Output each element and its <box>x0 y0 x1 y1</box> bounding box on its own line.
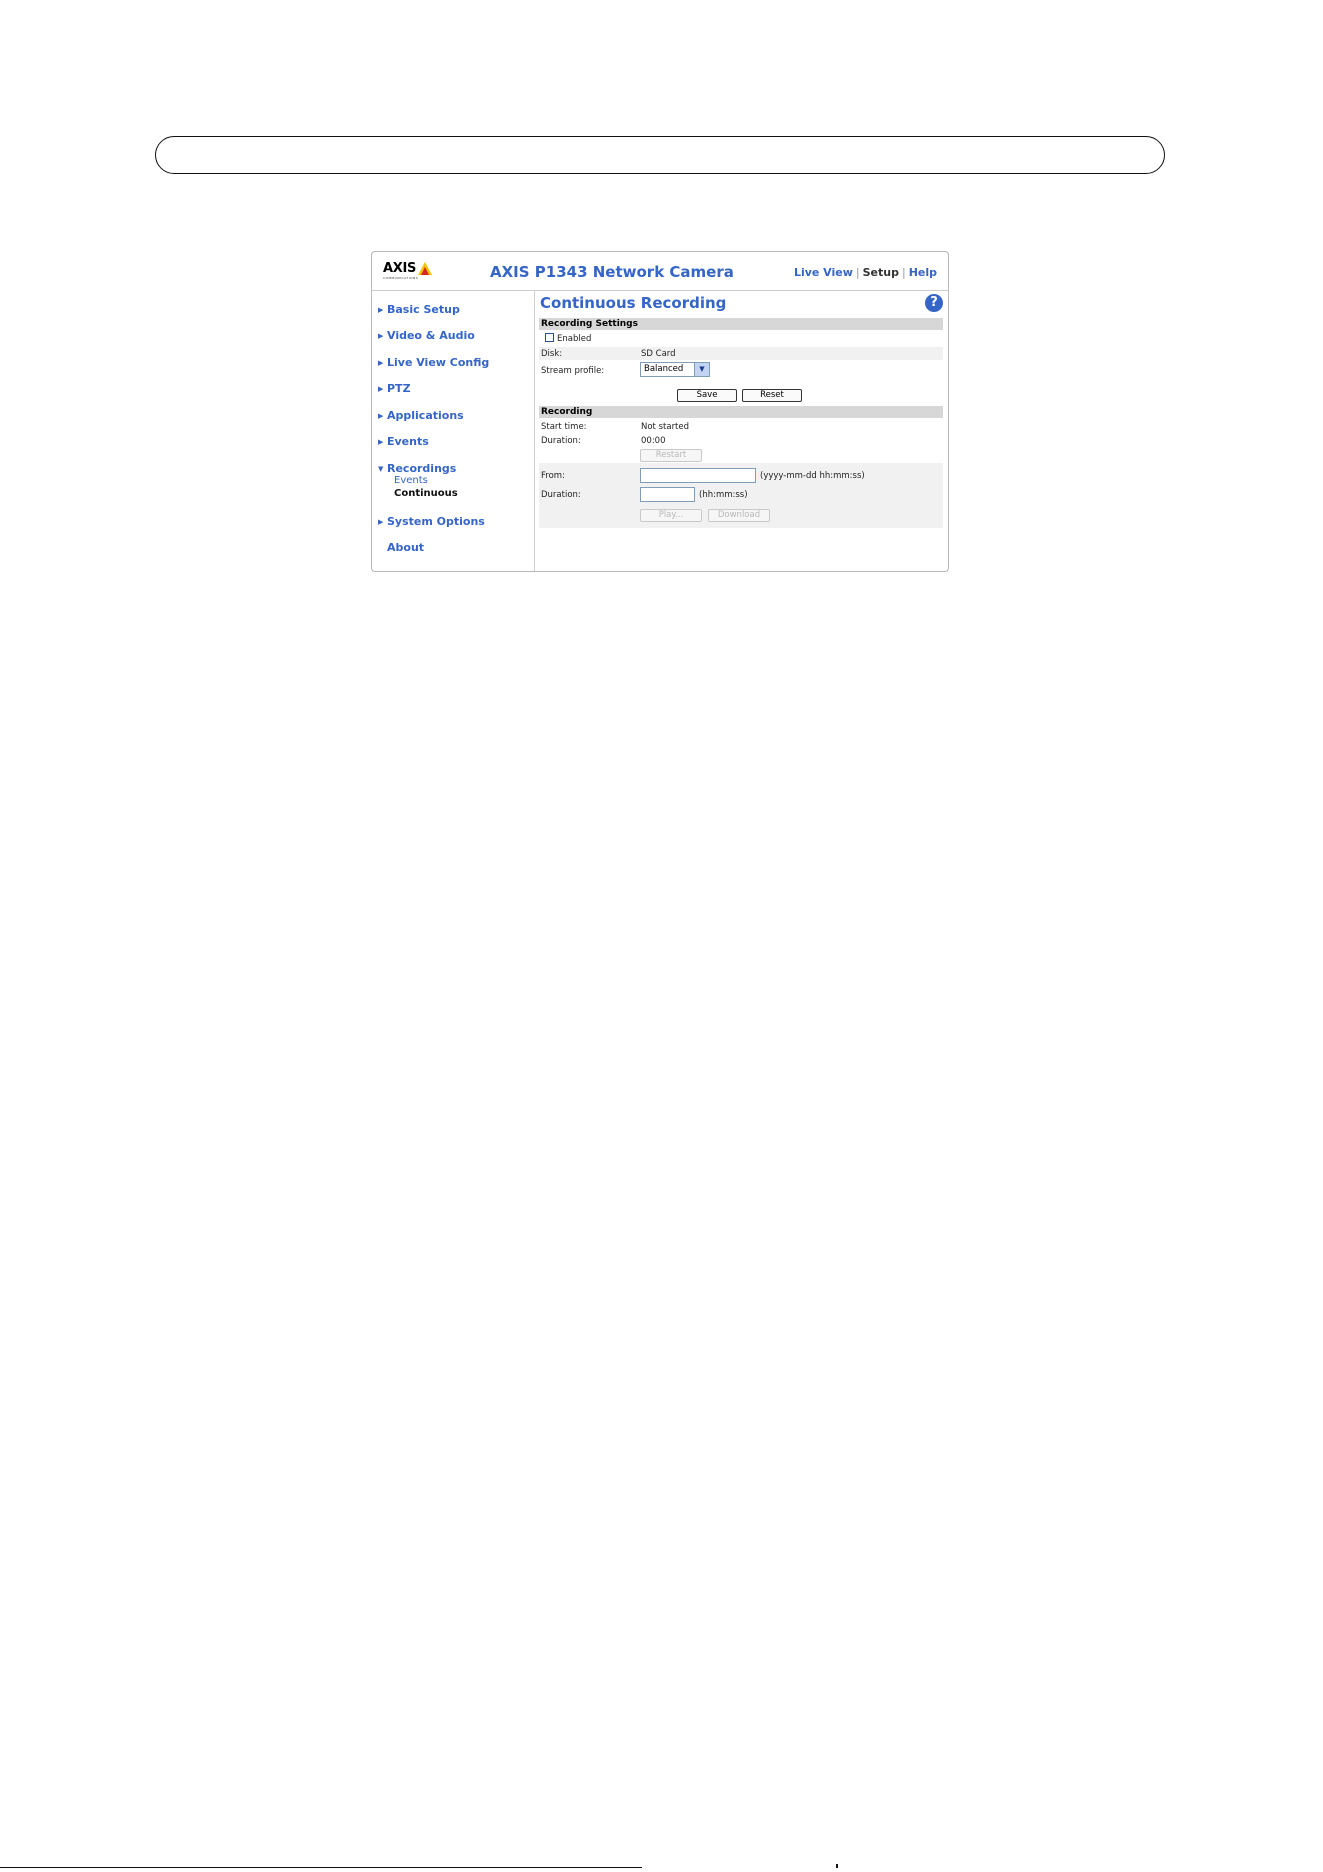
chevron-right-icon: ▶ <box>378 412 384 420</box>
sidebar-item-label: Video & Audio <box>387 329 475 342</box>
sidebar-item-label: Applications <box>387 409 464 422</box>
sidebar-item-recordings[interactable]: ▼ Recordings <box>378 462 456 475</box>
sidebar-subitem-continuous[interactable]: Continuous <box>394 488 458 499</box>
sidebar-item-label: Recordings <box>387 462 457 475</box>
page-header-bar <box>155 136 1165 174</box>
sidebar-item-about[interactable]: About <box>387 541 424 554</box>
download-button[interactable]: Download <box>708 509 770 522</box>
enabled-label: Enabled <box>557 334 592 344</box>
axis-logo-triangle-icon <box>418 262 432 275</box>
sidebar-item-label: Live View Config <box>387 356 490 369</box>
duration-input-label: Duration: <box>541 490 581 500</box>
top-navigation: Live View | Setup | Help <box>794 266 937 279</box>
page-footer-mark <box>836 1864 838 1868</box>
enabled-checkbox[interactable] <box>545 333 554 342</box>
stream-profile-value: Balanced <box>644 364 684 374</box>
sidebar-item-video-audio[interactable]: ▶ Video & Audio <box>378 329 475 342</box>
play-button[interactable]: Play... <box>640 509 702 522</box>
axis-logo-text: AXIS <box>383 261 417 276</box>
sidebar-item-label: Events <box>387 435 429 448</box>
camera-setup-window: AXIS COMMUNICATIONS AXIS P1343 Network C… <box>371 251 949 572</box>
sidebar-item-label: PTZ <box>387 382 411 395</box>
stream-profile-label: Stream profile: <box>541 366 605 376</box>
sidebar-item-label: About <box>387 541 425 554</box>
from-input[interactable] <box>640 468 756 483</box>
duration-value: 00:00 <box>641 436 666 446</box>
start-time-label: Start time: <box>541 422 587 432</box>
link-separator: | <box>901 266 906 279</box>
chevron-down-icon: ▼ <box>378 465 384 473</box>
disk-label: Disk: <box>541 349 563 359</box>
axis-logo-subtext: COMMUNICATIONS <box>383 276 419 280</box>
restart-button[interactable]: Restart <box>640 449 702 462</box>
duration-input[interactable] <box>640 487 695 502</box>
sidebar-item-system-options[interactable]: ▶ System Options <box>378 515 485 528</box>
app-title: AXIS P1343 Network Camera <box>490 263 734 281</box>
duration-label: Duration: <box>541 436 581 446</box>
chevron-right-icon: ▶ <box>378 518 384 526</box>
save-button[interactable]: Save <box>677 389 737 402</box>
live-view-link[interactable]: Live View <box>794 266 853 279</box>
chevron-right-icon: ▶ <box>378 306 384 314</box>
setup-link[interactable]: Setup <box>863 266 899 279</box>
from-label: From: <box>541 471 565 481</box>
sidebar-item-label: Basic Setup <box>387 303 460 316</box>
sidebar-item-applications[interactable]: ▶ Applications <box>378 409 464 422</box>
sidebar-subitem-events[interactable]: Events <box>394 475 428 486</box>
stream-profile-select[interactable]: Balanced ▼ <box>640 362 710 377</box>
recording-header: Recording <box>539 406 943 418</box>
duration-format-hint: (hh:mm:ss) <box>699 490 748 500</box>
chevron-right-icon: ▶ <box>378 385 384 393</box>
sidebar-item-live-view-config[interactable]: ▶ Live View Config <box>378 356 489 369</box>
sidebar-item-events[interactable]: ▶ Events <box>378 435 429 448</box>
page-footer-rule <box>0 1867 642 1868</box>
sidebar-item-label: System Options <box>387 515 485 528</box>
disk-row <box>539 347 943 360</box>
reset-button[interactable]: Reset <box>742 389 802 402</box>
chevron-down-icon[interactable]: ▼ <box>694 363 709 376</box>
chevron-right-icon: ▶ <box>378 359 384 367</box>
sidebar-item-basic-setup[interactable]: ▶ Basic Setup <box>378 303 460 316</box>
from-format-hint: (yyyy-mm-dd hh:mm:ss) <box>760 471 865 481</box>
main-content: Continuous Recording ? Recording Setting… <box>535 291 948 571</box>
top-bar: AXIS COMMUNICATIONS AXIS P1343 Network C… <box>372 252 948 291</box>
chevron-right-icon: ▶ <box>378 438 384 446</box>
recording-settings-header: Recording Settings <box>539 318 943 330</box>
link-separator: | <box>855 266 860 279</box>
sidebar-item-ptz[interactable]: ▶ PTZ <box>378 382 411 395</box>
sidebar: ▶ Basic Setup ▶ Video & Audio ▶ Live View C… <box>372 291 535 571</box>
help-icon[interactable]: ? <box>925 294 943 312</box>
help-link[interactable]: Help <box>909 266 937 279</box>
start-time-value: Not started <box>641 422 690 432</box>
chevron-right-icon: ▶ <box>378 332 384 340</box>
page-title: Continuous Recording <box>540 294 727 312</box>
disk-value: SD Card <box>641 349 676 359</box>
